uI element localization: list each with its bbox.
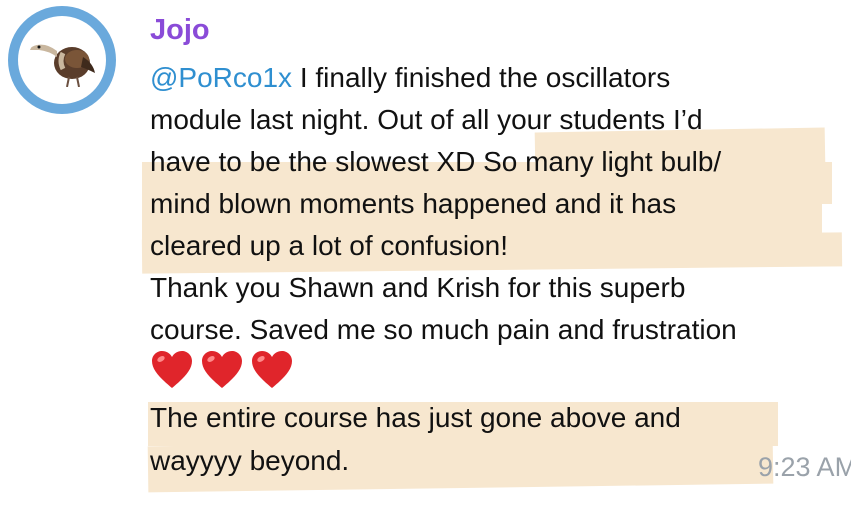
message-line: wayyyy beyond. [150, 445, 350, 476]
message-line: The entire course has just gone above an… [150, 402, 681, 433]
message-line: mind blown moments happened and it has [150, 188, 677, 219]
mention-link[interactable]: @PoRco1x [150, 62, 292, 93]
message-line: course. Saved me so much pain and frustr… [150, 314, 737, 345]
timestamp-text: 9:23 AM [758, 452, 851, 482]
message-line: module last night. Out of all your stude… [150, 104, 703, 135]
author-name[interactable]: Jojo [150, 14, 210, 47]
vulture-avatar-icon [30, 44, 95, 87]
heart-icon [202, 351, 242, 388]
message-line: Thank you Shawn and Krish for this super… [150, 272, 686, 303]
heart-emojis [150, 350, 294, 390]
chat-message: Jojo @PoRco1x I finally finished the osc… [0, 0, 851, 510]
avatar-image [18, 16, 106, 104]
message-line: @PoRco1x I finally finished the oscillat… [150, 58, 670, 98]
message-timestamp: 9:23 AM [758, 452, 851, 483]
message-text: I finally finished the oscillators [292, 62, 671, 93]
message-line: cleared up a lot of confusion! [150, 230, 509, 261]
message-line: have to be the slowest XD So many light … [150, 146, 722, 177]
heart-icon [152, 351, 192, 388]
heart-icon [252, 351, 292, 388]
avatar[interactable] [8, 6, 116, 114]
